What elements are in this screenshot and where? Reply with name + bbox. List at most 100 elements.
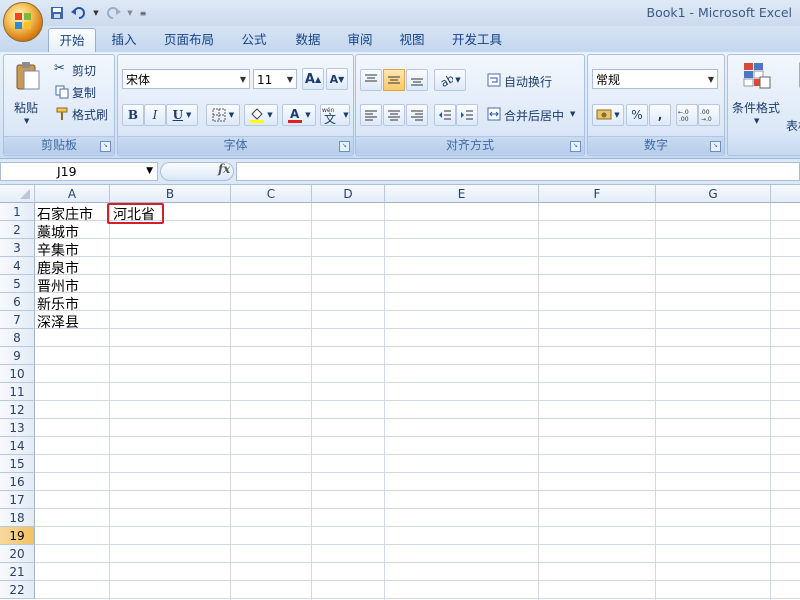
row-header-16[interactable]: 16	[0, 473, 35, 491]
align-middle-button[interactable]	[383, 69, 405, 91]
bold-button[interactable]: B	[122, 104, 144, 126]
font-size-combo[interactable]: 11 ▼	[253, 69, 297, 89]
office-button[interactable]	[3, 2, 43, 42]
undo-dropdown-icon[interactable]: ▼	[92, 4, 100, 22]
row-header-11[interactable]: 11	[0, 383, 35, 401]
borders-button[interactable]: ▼	[206, 104, 240, 126]
cell-a4[interactable]: 鹿泉市	[37, 258, 79, 278]
row-header-17[interactable]: 17	[0, 491, 35, 509]
font-color-button[interactable]: A ▼	[282, 104, 316, 126]
tab-page-layout[interactable]: 页面布局	[155, 28, 223, 52]
row-header-10[interactable]: 10	[0, 365, 35, 383]
row-header-19[interactable]: 19	[0, 527, 35, 545]
row-header-12[interactable]: 12	[0, 401, 35, 419]
tab-home[interactable]: 开始	[48, 28, 96, 53]
wrap-text-button[interactable]: 自动换行	[484, 71, 580, 91]
format-as-table-button[interactable]: 表格	[786, 59, 800, 133]
row-header-18[interactable]: 18	[0, 509, 35, 527]
save-icon[interactable]	[48, 4, 66, 22]
tab-view[interactable]: 视图	[388, 28, 436, 52]
font-size-value: 11	[257, 73, 273, 87]
cell-a1[interactable]: 石家庄市	[37, 204, 93, 224]
tab-review[interactable]: 审阅	[336, 28, 384, 52]
row-header-22[interactable]: 22	[0, 581, 35, 599]
italic-button[interactable]: I	[144, 104, 166, 126]
row-header-3[interactable]: 3	[0, 239, 35, 257]
number-format-value: 常规	[596, 73, 621, 87]
copy-button[interactable]: 复制	[54, 83, 110, 101]
tab-developer[interactable]: 开发工具	[442, 28, 512, 52]
format-painter-icon	[56, 107, 68, 120]
row-header-1[interactable]: 1	[0, 203, 35, 221]
row-header-15[interactable]: 15	[0, 455, 35, 473]
tab-formulas[interactable]: 公式	[230, 28, 278, 52]
column-header-e[interactable]: E	[385, 185, 539, 203]
gridline	[770, 203, 771, 600]
row-header-5[interactable]: 5	[0, 275, 35, 293]
decrease-indent-button[interactable]	[434, 104, 456, 126]
cell-a3[interactable]: 辛集市	[37, 240, 79, 260]
align-center-button[interactable]	[383, 104, 405, 126]
number-format-combo[interactable]: 常规 ▼	[592, 69, 718, 89]
worksheet-grid[interactable]: A B C D E F G 1 2 3 4 5 6 7 8 9 10 11 12 13 14 15 16 17 1…	[0, 185, 800, 600]
cell-a7[interactable]: 深泽县	[37, 312, 79, 332]
row-header-6[interactable]: 6	[0, 293, 35, 311]
column-header-b[interactable]: B	[110, 185, 231, 203]
column-header-f[interactable]: F	[539, 185, 656, 203]
undo-icon[interactable]	[70, 4, 88, 22]
column-header-g[interactable]: G	[656, 185, 771, 203]
decrease-font-size-button[interactable]: A ▼	[326, 68, 348, 90]
cell-a6[interactable]: 新乐市	[37, 294, 79, 314]
increase-indent-button[interactable]	[456, 104, 478, 126]
alignment-launcher-icon[interactable]: ↘	[570, 141, 581, 152]
fill-color-button[interactable]: ▼	[244, 104, 278, 126]
row-header-13[interactable]: 13	[0, 419, 35, 437]
row-header-8[interactable]: 8	[0, 329, 35, 347]
tab-data[interactable]: 数据	[284, 28, 332, 52]
increase-decimal-button[interactable]: ←.0.00	[676, 104, 698, 126]
cell-a2[interactable]: 藁城市	[37, 222, 79, 242]
merge-center-button[interactable]: 合并后居中 ▼	[484, 105, 580, 125]
paste-button[interactable]: 粘贴 ▼	[8, 59, 48, 133]
increase-font-size-button[interactable]: A ▲	[302, 68, 324, 90]
column-header-d[interactable]: D	[312, 185, 385, 203]
decrease-decimal-button[interactable]: .00 →.0	[698, 104, 720, 126]
row-header-21[interactable]: 21	[0, 563, 35, 581]
column-header-h[interactable]	[771, 185, 800, 203]
clipboard-launcher-icon[interactable]: ↘	[100, 141, 111, 152]
redo-icon[interactable]	[104, 4, 122, 22]
number-launcher-icon[interactable]: ↘	[710, 141, 721, 152]
customize-qat-icon[interactable]: ≡	[138, 4, 148, 22]
row-header-2[interactable]: 2	[0, 221, 35, 239]
font-name-combo[interactable]: 宋体 ▼	[122, 69, 250, 89]
gridline	[35, 346, 800, 347]
formula-input[interactable]	[236, 162, 800, 181]
cell-a5[interactable]: 晋州市	[37, 276, 79, 296]
row-header-20[interactable]: 20	[0, 545, 35, 563]
row-header-7[interactable]: 7	[0, 311, 35, 329]
tab-insert[interactable]: 插入	[100, 28, 148, 52]
currency-button[interactable]: ▼	[592, 104, 624, 126]
align-right-button[interactable]	[406, 104, 428, 126]
align-left-button[interactable]	[360, 104, 382, 126]
font-launcher-icon[interactable]: ↘	[339, 141, 350, 152]
conditional-formatting-button[interactable]: 条件格式 ▼	[730, 59, 786, 133]
percent-button[interactable]: %	[626, 104, 648, 126]
name-box[interactable]: J19 ▼	[0, 162, 158, 181]
redo-dropdown-icon[interactable]: ▼	[126, 4, 134, 22]
column-header-c[interactable]: C	[231, 185, 312, 203]
select-all-corner[interactable]	[0, 185, 35, 203]
row-header-4[interactable]: 4	[0, 257, 35, 275]
insert-function-button[interactable]: fx	[218, 162, 230, 176]
format-painter-button[interactable]: 格式刷	[54, 105, 112, 123]
orientation-button[interactable]: ab ▼	[434, 69, 466, 91]
row-header-9[interactable]: 9	[0, 347, 35, 365]
phonetic-button[interactable]: wén 文 ▼	[320, 104, 350, 126]
comma-button[interactable]: ,	[649, 104, 671, 126]
column-header-a[interactable]: A	[35, 185, 110, 203]
underline-button[interactable]: U ▼	[166, 104, 198, 126]
cut-button[interactable]: ✂ 剪切	[54, 61, 110, 79]
align-bottom-button[interactable]	[406, 69, 428, 91]
row-header-14[interactable]: 14	[0, 437, 35, 455]
align-top-button[interactable]	[360, 69, 382, 91]
